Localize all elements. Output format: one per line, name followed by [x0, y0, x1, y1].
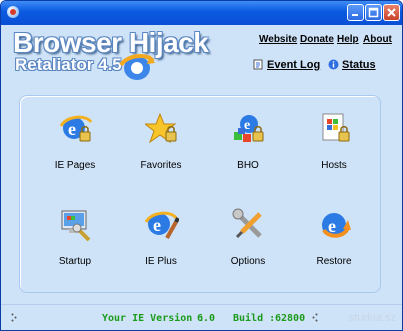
- watermark: studna.sz: [348, 312, 396, 324]
- about-link[interactable]: About: [363, 34, 392, 45]
- app-window: Browser Hijack Retaliator 4.5 Website Do…: [0, 0, 403, 331]
- tile-startup[interactable]: Startup: [40, 208, 110, 278]
- tools-panel: e IE Pages Favorites e BHO Hosts Startup…: [19, 95, 381, 293]
- hosts-icon: [322, 113, 350, 142]
- tile-bho[interactable]: e BHO: [213, 112, 283, 182]
- website-link[interactable]: Website: [259, 34, 297, 45]
- minimize-icon: [352, 14, 358, 16]
- close-icon: [387, 8, 396, 17]
- build-value: 62800: [275, 313, 306, 324]
- left-grip-icon: [11, 313, 17, 322]
- options-tools-icon: [232, 208, 262, 239]
- status-info-icon: [328, 59, 339, 70]
- tile-label: BHO: [237, 160, 259, 171]
- tile-favorites[interactable]: Favorites: [126, 112, 196, 182]
- app-icon[interactable]: [7, 6, 19, 18]
- tile-label: Restore: [316, 256, 352, 267]
- restore-icon: e: [322, 213, 351, 238]
- status-link[interactable]: Status: [342, 59, 376, 71]
- status-bar: Your IE Version : 6.0 Build : 62800 stud…: [1, 304, 402, 330]
- help-link[interactable]: Help: [337, 34, 359, 45]
- tile-ie-pages[interactable]: e IE Pages: [40, 112, 110, 182]
- svg-text:e: e: [153, 215, 161, 235]
- tile-label: Options: [230, 256, 266, 267]
- right-grip-icon: [312, 313, 318, 322]
- minimize-button[interactable]: [347, 4, 364, 21]
- bho-icon: e: [234, 115, 264, 142]
- event-log-icon: [253, 59, 263, 70]
- tile-label: Startup: [58, 256, 92, 267]
- startup-icon: [61, 210, 91, 242]
- maximize-button[interactable]: [365, 4, 382, 21]
- maximize-icon: [368, 7, 379, 18]
- donate-link[interactable]: Donate: [300, 34, 334, 45]
- ie-plus-icon: e: [145, 211, 179, 239]
- tile-label: IE Plus: [145, 256, 177, 267]
- tile-label: Favorites: [140, 160, 182, 171]
- build-label: Build :: [233, 313, 276, 324]
- tile-options[interactable]: Options: [213, 208, 283, 278]
- event-log-link[interactable]: Event Log: [267, 59, 320, 71]
- tile-hosts[interactable]: Hosts: [299, 112, 369, 182]
- tile-ie-plus[interactable]: e IE Plus: [126, 208, 196, 278]
- title-bar[interactable]: [1, 1, 402, 25]
- tile-restore[interactable]: e Restore: [299, 208, 369, 278]
- close-button[interactable]: [383, 4, 400, 21]
- ie-version-label: Your IE Version :: [102, 313, 205, 324]
- logo-emblem-icon: [119, 54, 155, 80]
- tile-label: IE Pages: [54, 160, 96, 171]
- favorites-star-icon: [145, 112, 177, 144]
- logo-subtitle: Retaliator 4.5: [15, 55, 122, 74]
- ie-version-value: 6.0: [197, 313, 216, 324]
- ie-pages-icon: e: [59, 115, 93, 142]
- svg-text:e: e: [68, 119, 76, 139]
- app-header: Browser Hijack Retaliator 4.5 Website Do…: [1, 25, 402, 95]
- tile-label: Hosts: [321, 160, 347, 171]
